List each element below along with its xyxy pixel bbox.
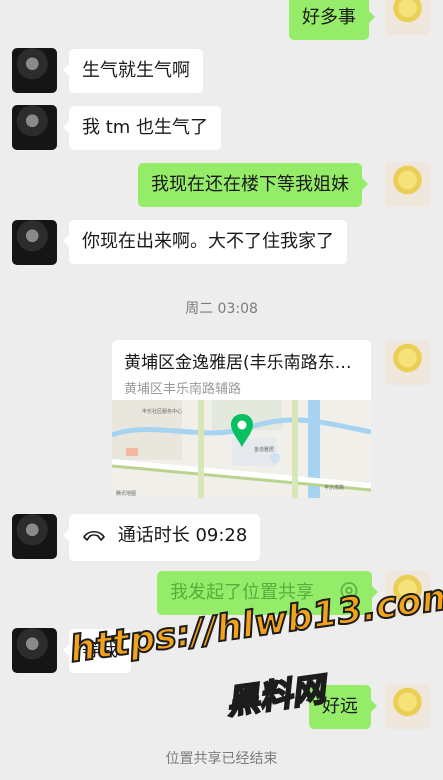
contact-avatar[interactable] bbox=[12, 628, 57, 673]
self-avatar[interactable] bbox=[385, 0, 430, 35]
message-text: 生气就生气啊 bbox=[82, 60, 190, 81]
map-label: 金逸雅居 bbox=[254, 447, 275, 453]
location-card[interactable]: 黄埔区金逸雅居(丰乐南路东… 黄埔区丰乐南路辅路 丰乐社区服务中心 金逸雅居 腾… bbox=[112, 340, 371, 498]
self-avatar[interactable] bbox=[385, 684, 430, 729]
location-title: 黄埔区金逸雅居(丰乐南路东… bbox=[124, 353, 352, 373]
map-label: 丰乐南路 bbox=[324, 485, 345, 491]
message-incoming[interactable]: 生气就生气啊 bbox=[63, 49, 203, 93]
map-marker-icon bbox=[231, 414, 253, 448]
message-text: 我现在还在楼下等我姐妹 bbox=[151, 174, 349, 195]
location-address: 黄埔区丰乐南路辅路 bbox=[124, 382, 242, 397]
contact-avatar[interactable] bbox=[12, 514, 57, 559]
self-avatar[interactable] bbox=[385, 340, 430, 385]
self-avatar[interactable] bbox=[385, 162, 430, 207]
system-message: 位置共享已经结束 bbox=[165, 751, 278, 767]
map-label: 丰乐社区服务中心 bbox=[142, 409, 183, 415]
message-text: 好远 bbox=[322, 696, 358, 717]
location-map[interactable]: 丰乐社区服务中心 金逸雅居 腾讯地图 丰乐南路 bbox=[112, 400, 371, 498]
message-outgoing[interactable]: 好多事 bbox=[289, 0, 375, 40]
contact-avatar[interactable] bbox=[12, 105, 57, 150]
message-incoming[interactable]: 我 tm 也生气了 bbox=[62, 106, 222, 150]
phone-icon bbox=[82, 526, 106, 551]
call-record[interactable]: 通话时长 09:28 bbox=[62, 514, 261, 561]
message-text: 我 tm 也生气了 bbox=[82, 117, 209, 138]
map-label: 腾讯地图 bbox=[116, 491, 137, 497]
message-text: 你现在出来啊。大不了住我家了 bbox=[82, 231, 334, 252]
contact-avatar[interactable] bbox=[12, 220, 57, 265]
contact-avatar[interactable] bbox=[12, 48, 57, 93]
call-duration: 通话时长 09:28 bbox=[117, 525, 248, 546]
message-outgoing[interactable]: 我现在还在楼下等我姐妹 bbox=[138, 163, 368, 207]
message-text: 好多事 bbox=[302, 7, 356, 28]
message-incoming[interactable]: 你现在出来啊。大不了住我家了 bbox=[63, 220, 347, 264]
timestamp: 周二 03:08 bbox=[185, 301, 258, 317]
